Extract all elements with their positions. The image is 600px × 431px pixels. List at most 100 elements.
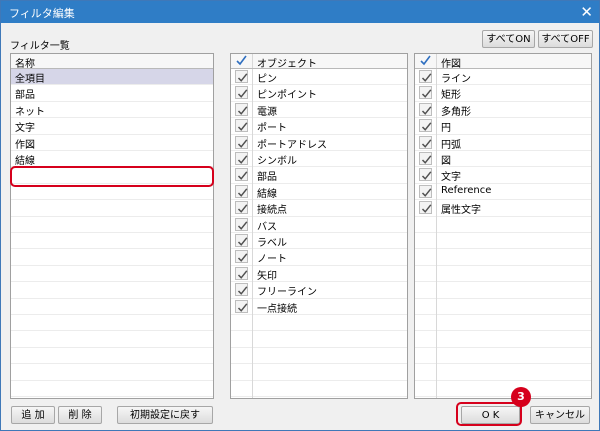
filter-list-empty-row[interactable] (11, 200, 213, 217)
checkbox-check-icon[interactable] (235, 283, 248, 297)
cancel-button[interactable]: キャンセル (530, 406, 590, 424)
object-list-empty-row (231, 331, 407, 348)
window-title: フィルタ編集 (9, 7, 75, 20)
filter-list-empty-row[interactable] (11, 266, 213, 283)
checkbox-check-icon[interactable] (235, 135, 248, 149)
object-list-item[interactable]: 接続点 (231, 200, 407, 217)
object-list-item[interactable]: ラベル (231, 233, 407, 250)
checkbox-check-icon[interactable] (419, 184, 432, 198)
filter-list-item-label: 作図 (15, 139, 35, 151)
object-list-item[interactable]: ピンポイント (231, 85, 407, 102)
filter-list-empty-row[interactable] (11, 331, 213, 348)
close-icon[interactable]: ✕ (580, 2, 593, 22)
filter-list-item[interactable]: ネット (11, 102, 213, 119)
checkbox-check-icon[interactable] (419, 119, 432, 133)
checkbox-check-icon[interactable] (235, 234, 248, 247)
checkbox-check-icon[interactable] (419, 102, 432, 116)
filter-list-item-label: ネット (15, 106, 45, 118)
checkbox-check-icon[interactable] (235, 299, 248, 313)
object-list-item[interactable]: 矢印 (231, 266, 407, 283)
object-list-item[interactable]: バス (231, 217, 407, 233)
drawing-list-empty-row (415, 266, 591, 283)
drawing-list-item[interactable]: 円弧 (415, 135, 591, 151)
object-list-item[interactable]: 部品 (231, 167, 407, 184)
filter-list-item[interactable]: 結線 (11, 151, 213, 168)
checkbox-check-icon[interactable] (235, 168, 248, 182)
object-list-empty-row (231, 315, 407, 332)
delete-button[interactable]: 削 除 (58, 406, 102, 424)
drawing-list-item-label: 円 (441, 123, 451, 135)
drawing-list-item[interactable]: 属性文字 (415, 200, 591, 217)
checkbox-check-icon[interactable] (235, 201, 248, 215)
checkbox-check-icon[interactable] (235, 250, 248, 264)
checkbox-check-icon[interactable] (235, 184, 248, 198)
filter-list-empty-row[interactable] (11, 348, 213, 365)
object-list-item-label: 矢印 (257, 270, 277, 282)
object-list-item[interactable]: シンボル (231, 151, 407, 168)
checkbox-check-icon[interactable] (419, 168, 432, 182)
object-list-item-label: ピン (257, 74, 277, 85)
filter-list-empty-row[interactable] (11, 299, 213, 315)
drawing-list-empty-row (415, 217, 591, 233)
checkbox-check-icon[interactable] (419, 201, 432, 215)
filter-list-empty-row[interactable] (11, 364, 213, 381)
reset-defaults-button[interactable]: 初期設定に戻す (117, 406, 213, 424)
object-list-item-label: ラベル (257, 238, 287, 249)
object-list-item-label: 部品 (257, 172, 277, 184)
filter-list-empty-row[interactable] (11, 233, 213, 250)
drawing-list-item-label: 文字 (441, 172, 461, 184)
drawing-list-empty-row (415, 381, 591, 397)
filter-list-empty-row[interactable] (11, 282, 213, 299)
add-button[interactable]: 追 加 (11, 406, 55, 424)
object-list-item[interactable]: 結線 (231, 184, 407, 201)
drawing-list-empty-row (415, 315, 591, 332)
object-list-item-label: ポート (257, 123, 287, 135)
checkbox-check-icon[interactable] (419, 86, 432, 100)
filter-list-header: 名称 (11, 54, 213, 70)
checkbox-check-icon[interactable] (235, 266, 248, 280)
checkbox-check-icon[interactable] (419, 135, 432, 149)
checkbox-check-icon[interactable] (235, 152, 248, 165)
checkbox-check-icon[interactable] (419, 152, 432, 165)
checkbox-check-icon[interactable] (235, 102, 248, 116)
object-list-item[interactable]: ポートアドレス (231, 135, 407, 151)
drawing-list-panel: 作図 ライン 矩形多角形円円弧図文字 Reference 属性文字 (414, 53, 592, 399)
all-off-button[interactable]: すべてOFF (538, 30, 593, 48)
object-list-item[interactable]: フリーライン (231, 282, 407, 299)
object-list-panel: オブジェクト ピン ピンポイント 電源 ポート ポートアドレス シンボル 部品 結線 接続点 バス… (230, 53, 408, 399)
filter-list-item[interactable]: 全項目 (11, 69, 213, 86)
object-list-item[interactable]: 一点接続 (231, 299, 407, 315)
drawing-list-item[interactable]: 多角形 (415, 102, 591, 119)
filter-list-empty-row[interactable] (11, 381, 213, 397)
object-list-item[interactable]: 電源 (231, 102, 407, 119)
checkbox-check-icon[interactable] (419, 70, 432, 83)
all-on-button[interactable]: すべてON (482, 30, 535, 48)
drawing-list-item[interactable]: 矩形 (415, 85, 591, 102)
drawing-list-header: 作図 (415, 54, 591, 70)
checkbox-check-icon[interactable] (235, 119, 248, 133)
drawing-header-check-icon[interactable] (419, 54, 432, 67)
checkbox-check-icon[interactable] (235, 217, 248, 231)
filter-list-item-label: 部品 (15, 90, 35, 102)
checkbox-check-icon[interactable] (235, 86, 248, 100)
drawing-list-item[interactable]: ライン (415, 69, 591, 86)
new-filter-highlight (10, 166, 214, 187)
filter-list-item-label: 全項目 (15, 74, 45, 85)
filter-list-item[interactable]: 文字 (11, 118, 213, 135)
drawing-list-item[interactable]: Reference (415, 184, 591, 201)
object-list-item[interactable]: ポート (231, 118, 407, 135)
drawing-list-item[interactable]: 図 (415, 151, 591, 168)
filter-list-empty-row[interactable] (11, 249, 213, 266)
object-list-item[interactable]: ピン (231, 69, 407, 86)
drawing-list-item[interactable]: 円 (415, 118, 591, 135)
drawing-list-item[interactable]: 文字 (415, 167, 591, 184)
drawing-list-item-label: 多角形 (441, 106, 471, 118)
filter-list-item[interactable]: 部品 (11, 85, 213, 102)
object-list-item[interactable]: ノート (231, 249, 407, 266)
checkbox-check-icon[interactable] (235, 70, 248, 83)
object-header-check-icon[interactable] (235, 54, 248, 67)
filter-list-empty-row[interactable] (11, 315, 213, 332)
filter-list-empty-row[interactable] (11, 217, 213, 233)
filter-list-panel: 名称 全項目部品ネット 文字作図 結線 (10, 53, 214, 399)
filter-list-item[interactable]: 作図 (11, 135, 213, 151)
